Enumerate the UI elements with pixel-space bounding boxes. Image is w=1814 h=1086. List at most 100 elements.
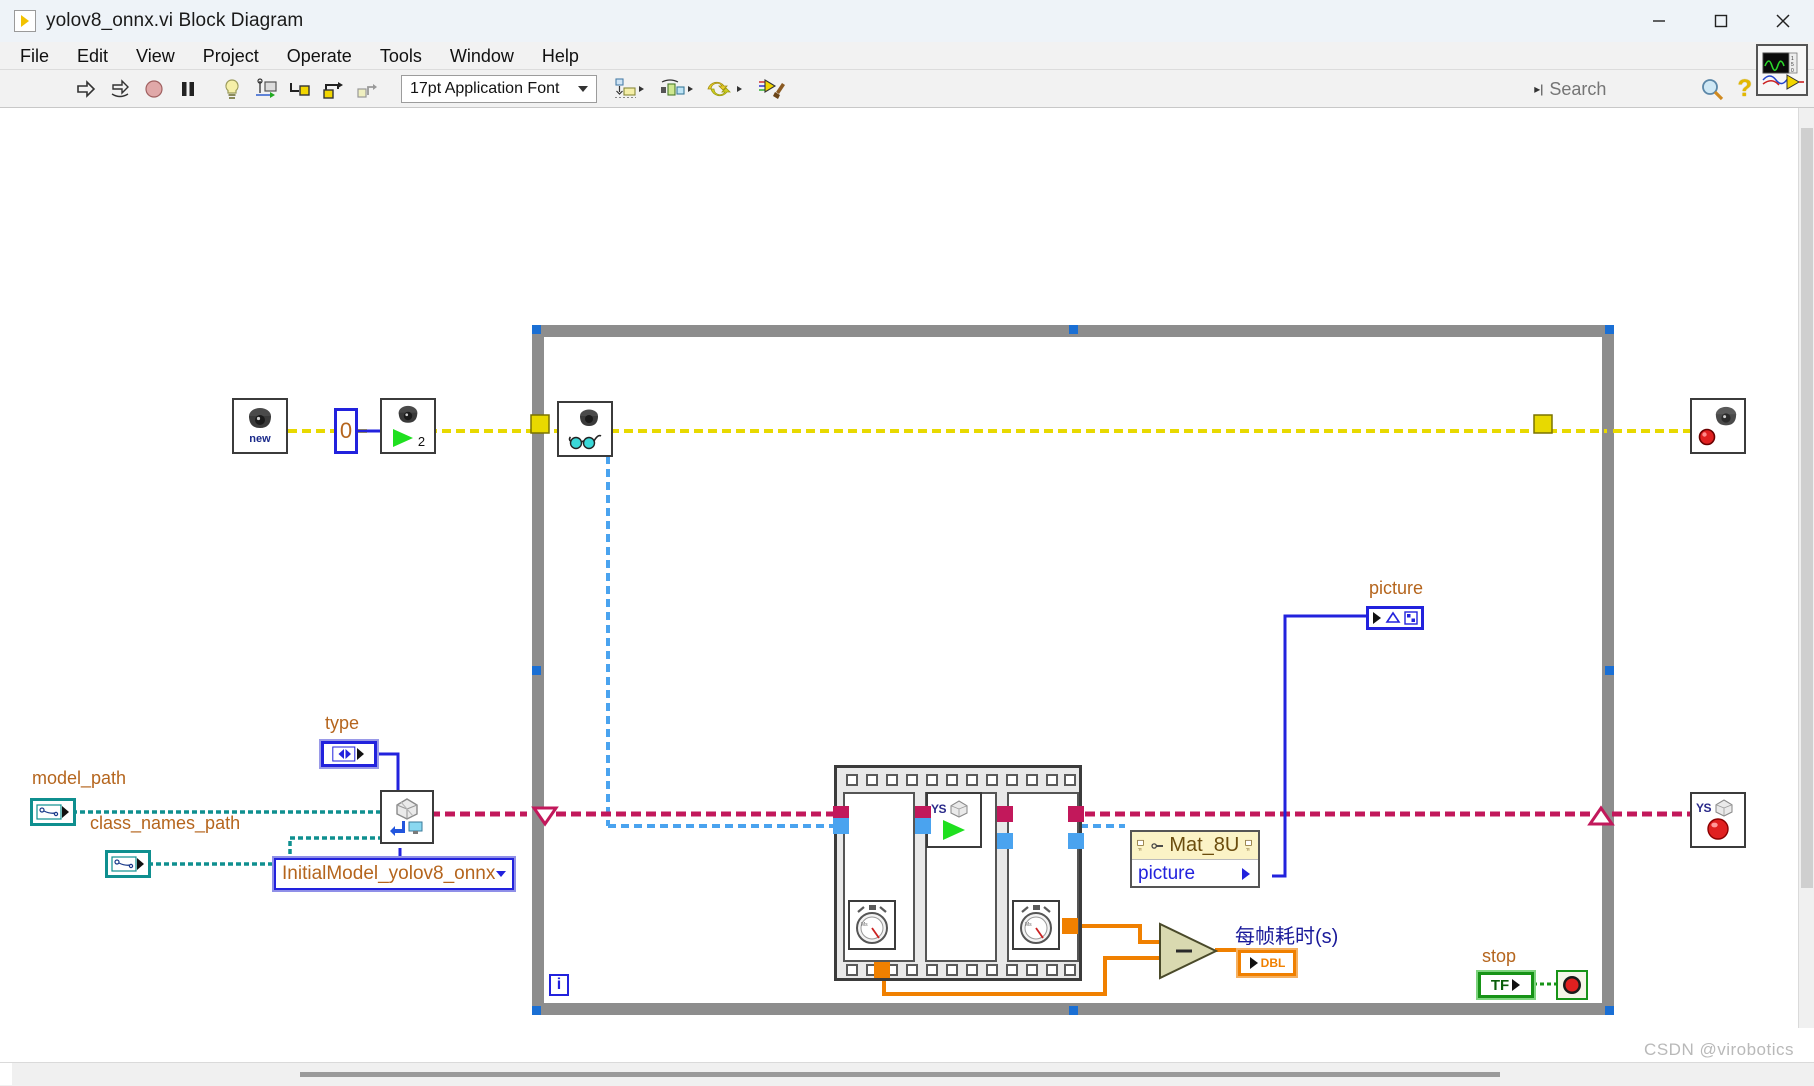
tick-count-end-node[interactable]: Ms bbox=[1012, 900, 1060, 950]
reference-icon: ?! bbox=[1137, 839, 1144, 852]
title-bar: yolov8_onnx.vi Block Diagram bbox=[0, 0, 1814, 42]
menu-item-file[interactable]: File bbox=[6, 42, 63, 70]
frame-time-indicator-value: DBL bbox=[1260, 956, 1286, 970]
font-selector-value: 17pt Application Font bbox=[410, 79, 560, 97]
menu-item-project[interactable]: Project bbox=[189, 42, 273, 70]
maximize-icon[interactable] bbox=[1690, 0, 1752, 42]
model-path-terminal[interactable] bbox=[30, 798, 76, 826]
step-out-button[interactable] bbox=[354, 74, 382, 104]
class-names-path-terminal[interactable] bbox=[105, 850, 151, 878]
menu-item-view[interactable]: View bbox=[122, 42, 189, 70]
chevron-down-icon bbox=[496, 871, 506, 877]
type-enum-terminal[interactable] bbox=[319, 739, 379, 769]
camera-index-constant-value: 0 bbox=[339, 418, 353, 443]
yolov8-inference-node[interactable]: YS bbox=[926, 792, 982, 848]
model-path-label: model_path bbox=[32, 768, 127, 788]
reorder-menu[interactable] bbox=[704, 74, 748, 104]
chevron-down-icon bbox=[578, 85, 588, 92]
svg-text:Ms: Ms bbox=[1025, 922, 1032, 928]
initial-model-node[interactable] bbox=[380, 790, 434, 844]
menu-item-help[interactable]: Help bbox=[528, 42, 593, 70]
wire-type-enum bbox=[378, 752, 400, 796]
distribute-objects-menu[interactable] bbox=[656, 74, 698, 104]
mat-8u-property-node[interactable]: ?! Mat_8U ?! picture bbox=[1130, 830, 1260, 888]
camera-read-node[interactable] bbox=[557, 401, 613, 457]
vertical-scrollbar-thumb[interactable] bbox=[1801, 128, 1813, 888]
minimize-icon[interactable] bbox=[1628, 0, 1690, 42]
frame-time-indicator-terminal[interactable]: DBL bbox=[1236, 948, 1298, 978]
camera-open-sublabel: 2 bbox=[417, 434, 426, 449]
camera-close-node[interactable] bbox=[1690, 398, 1746, 454]
svg-text:?!: ?! bbox=[1138, 847, 1142, 852]
loop-handle-tm[interactable] bbox=[1069, 325, 1078, 334]
clean-up-diagram-button[interactable] bbox=[754, 74, 792, 104]
vertical-scrollbar[interactable] bbox=[1798, 108, 1814, 1028]
menu-item-window[interactable]: Window bbox=[436, 42, 528, 70]
initial-model-combo-box[interactable]: InitialModel_yolov8_onnx bbox=[272, 856, 516, 892]
tunnel-error-seq-out[interactable] bbox=[1068, 806, 1084, 822]
run-button[interactable] bbox=[72, 74, 100, 104]
inference-node-sublabel: YS bbox=[931, 801, 947, 816]
step-over-button[interactable] bbox=[320, 74, 348, 104]
horizontal-scrollbar-thumb[interactable] bbox=[300, 1072, 1500, 1077]
reference-out-icon: ?! bbox=[1245, 839, 1253, 852]
mat-8u-property-node-title: Mat_8U bbox=[1169, 834, 1240, 856]
menu-item-edit[interactable]: Edit bbox=[63, 42, 122, 70]
initial-model-combo-value: InitialModel_yolov8_onnx bbox=[282, 863, 496, 884]
close-icon[interactable] bbox=[1752, 0, 1814, 42]
run-continuously-button[interactable] bbox=[106, 74, 134, 104]
menu-item-operate[interactable]: Operate bbox=[273, 42, 366, 70]
loop-handle-tl[interactable] bbox=[532, 325, 541, 334]
vi-icon-pane[interactable]: 1 5 0 bbox=[1756, 44, 1808, 96]
highlight-execution-button[interactable] bbox=[218, 74, 246, 104]
tunnel-tick-end-out[interactable] bbox=[1062, 918, 1078, 934]
menu-bar: File Edit View Project Operate Tools Win… bbox=[0, 42, 1814, 70]
loop-iteration-terminal[interactable]: i bbox=[549, 974, 569, 996]
tunnel-tick-start-out[interactable] bbox=[874, 962, 890, 978]
camera-open-node[interactable]: 2 bbox=[380, 398, 436, 454]
loop-handle-mr[interactable] bbox=[1605, 666, 1614, 675]
magnifier-icon[interactable] bbox=[1697, 76, 1727, 102]
picture-indicator-terminal[interactable] bbox=[1366, 606, 1424, 630]
pause-button[interactable] bbox=[174, 74, 202, 104]
labview-block-diagram-window: yolov8_onnx.vi Block Diagram File Edit V… bbox=[0, 0, 1814, 1086]
loop-handle-bm[interactable] bbox=[1069, 1006, 1078, 1015]
stop-boolean-terminal[interactable]: TF bbox=[1476, 970, 1536, 1000]
tunnel-image-seq-mid[interactable] bbox=[915, 818, 931, 834]
font-selector[interactable]: 17pt Application Font bbox=[401, 74, 597, 103]
abort-execution-button[interactable] bbox=[140, 74, 168, 104]
loop-handle-bl[interactable] bbox=[532, 1006, 541, 1015]
search-input[interactable] bbox=[1547, 77, 1698, 101]
tunnel-image-seq-in[interactable] bbox=[833, 818, 849, 834]
watermark: CSDN @virobotics bbox=[1644, 1040, 1794, 1059]
block-diagram-canvas[interactable]: i new 0 2 picture model_path class_names… bbox=[0, 108, 1800, 1028]
svg-text:Ms: Ms bbox=[861, 922, 868, 928]
align-objects-menu[interactable] bbox=[610, 74, 650, 104]
search-expander-icon[interactable]: ▸| bbox=[1534, 82, 1543, 96]
loop-handle-ml[interactable] bbox=[532, 666, 541, 675]
tunnel-error-seq-mid2[interactable] bbox=[997, 806, 1013, 822]
camera-index-constant[interactable]: 0 bbox=[334, 408, 358, 454]
tunnel-image-seq-out[interactable] bbox=[1068, 833, 1084, 849]
retain-wire-values-button[interactable] bbox=[252, 74, 280, 104]
svg-text:?!: ?! bbox=[1246, 847, 1250, 852]
camera-new-sublabel: new bbox=[249, 433, 271, 445]
window-controls bbox=[1628, 0, 1814, 42]
picture-indicator-label: picture bbox=[1369, 578, 1424, 598]
subtract-function[interactable] bbox=[1158, 920, 1220, 982]
loop-stop-condition[interactable] bbox=[1556, 970, 1588, 1000]
horizontal-scrollbar[interactable] bbox=[0, 1062, 1814, 1086]
loop-handle-br[interactable] bbox=[1605, 1006, 1614, 1015]
context-help-button[interactable]: ? bbox=[1737, 75, 1752, 103]
svg-text:0: 0 bbox=[1791, 68, 1794, 74]
loop-handle-tr[interactable] bbox=[1605, 325, 1614, 334]
type-label: type bbox=[325, 713, 360, 733]
tick-count-start-node[interactable]: Ms bbox=[848, 900, 896, 950]
iteration-terminal-label: i bbox=[556, 976, 562, 993]
step-into-button[interactable] bbox=[286, 74, 314, 104]
camera-new-node[interactable]: new bbox=[232, 398, 288, 454]
tunnel-image-seq-mid2[interactable] bbox=[997, 833, 1013, 849]
menu-item-tools[interactable]: Tools bbox=[366, 42, 436, 70]
model-close-node[interactable]: YS bbox=[1690, 792, 1746, 848]
mat-8u-property-row[interactable]: picture bbox=[1132, 860, 1258, 887]
